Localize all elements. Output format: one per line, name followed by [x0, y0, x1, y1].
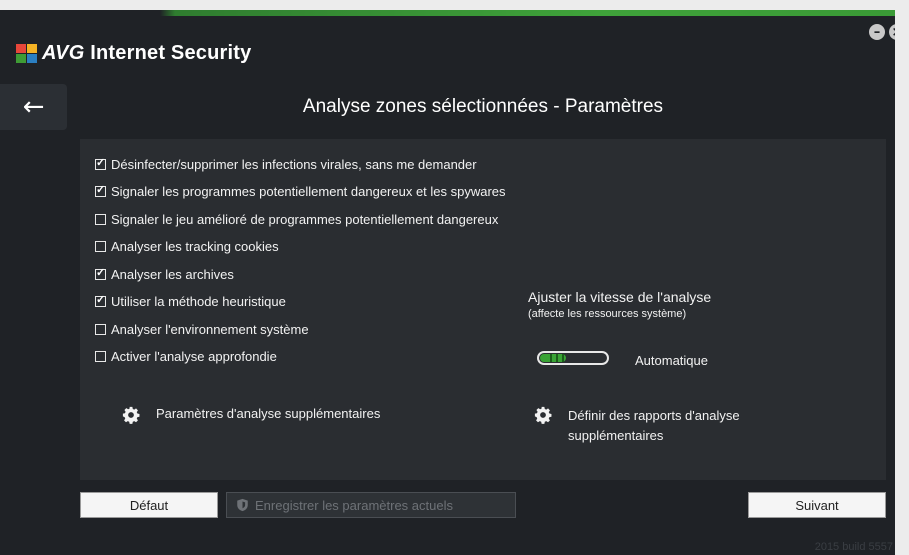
- option-checkbox[interactable]: [95, 183, 106, 197]
- scan-settings-panel: Désinfecter/supprimer les infections vir…: [80, 139, 886, 480]
- close-button[interactable]: ×: [889, 24, 895, 40]
- save-settings-button: Enregistrer les paramètres actuels: [226, 492, 516, 518]
- page-title: Analyse zones sélectionnées - Paramètres: [302, 96, 664, 117]
- speed-slider[interactable]: [537, 351, 609, 365]
- additional-reports-link[interactable]: Définir des rapports d'analyse supplémen…: [534, 406, 794, 446]
- option-label: Signaler les programmes potentiellement …: [111, 184, 506, 199]
- additional-reports-label: Définir des rapports d'analyse supplémen…: [568, 408, 740, 443]
- option-checkbox[interactable]: [95, 323, 106, 335]
- option-row[interactable]: Analyser les archives: [95, 265, 234, 283]
- option-label: Analyser les archives: [111, 266, 234, 282]
- option-label: Désinfecter/supprimer les infections vir…: [111, 156, 477, 172]
- speed-subtitle: (affecte les ressources système): [528, 308, 687, 320]
- arrow-left-icon: ←: [22, 92, 45, 122]
- option-checkbox[interactable]: [95, 241, 106, 252]
- option-checkbox[interactable]: [95, 351, 106, 362]
- option-row[interactable]: Signaler les programmes potentiellement …: [95, 183, 506, 201]
- option-row[interactable]: Signaler le jeu amélioré de programmes p…: [95, 210, 498, 228]
- option-checkbox[interactable]: [95, 266, 106, 280]
- additional-params-label: Paramètres d'analyse supplémentaires: [156, 406, 381, 421]
- option-checkbox[interactable]: [95, 213, 106, 225]
- option-row[interactable]: Désinfecter/supprimer les infections vir…: [95, 155, 477, 173]
- gear-icon: [534, 406, 552, 424]
- brand-avg: AVG: [42, 42, 85, 64]
- build-number: 2015 build 5557: [814, 541, 893, 553]
- speed-slider-grip[interactable]: [550, 354, 564, 362]
- default-button[interactable]: Défaut: [80, 492, 218, 518]
- option-row[interactable]: Analyser l'environnement système: [95, 320, 309, 338]
- option-checkbox[interactable]: [95, 156, 106, 170]
- gear-icon: [122, 406, 140, 424]
- back-button[interactable]: ←: [0, 84, 67, 130]
- option-checkbox[interactable]: [95, 293, 106, 307]
- shield-icon: [237, 498, 248, 512]
- speed-title: Ajuster la vitesse de l'analyse: [528, 289, 712, 305]
- option-label: Utiliser la méthode heuristique: [111, 294, 286, 309]
- minimize-button[interactable]: –: [869, 24, 885, 40]
- option-row[interactable]: Activer l'analyse approfondie: [95, 348, 277, 366]
- option-row[interactable]: Utiliser la méthode heuristique: [95, 293, 286, 311]
- app-title: AVG Internet Security: [42, 42, 251, 65]
- option-label: Analyser les tracking cookies: [111, 239, 279, 254]
- additional-params-link[interactable]: Paramètres d'analyse supplémentaires: [122, 406, 380, 424]
- next-button[interactable]: Suivant: [748, 492, 886, 518]
- brand-product: Internet Security: [90, 42, 252, 64]
- speed-value: Automatique: [635, 353, 708, 368]
- option-label: Signaler le jeu amélioré de programmes p…: [111, 211, 499, 227]
- top-accent-stripe: [0, 10, 895, 16]
- option-label: Activer l'analyse approfondie: [111, 349, 277, 364]
- save-settings-label: Enregistrer les paramètres actuels: [255, 497, 453, 513]
- avg-logo-icon: [16, 44, 38, 64]
- option-row[interactable]: Analyser les tracking cookies: [95, 238, 279, 256]
- option-label: Analyser l'environnement système: [111, 321, 309, 337]
